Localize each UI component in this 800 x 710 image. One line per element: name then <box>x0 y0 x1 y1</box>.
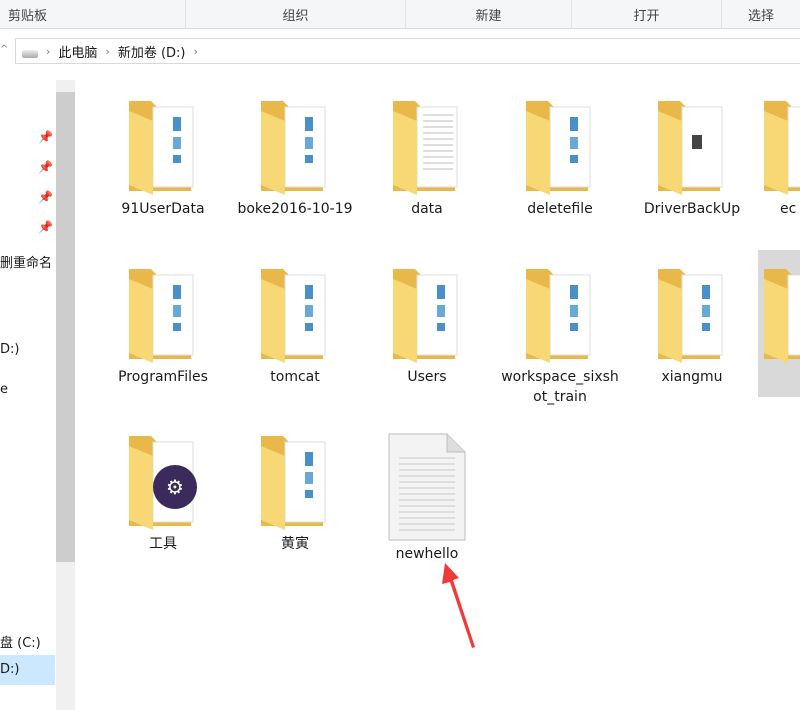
red-arrow-icon <box>442 563 475 648</box>
annotation-arrow <box>442 563 475 648</box>
